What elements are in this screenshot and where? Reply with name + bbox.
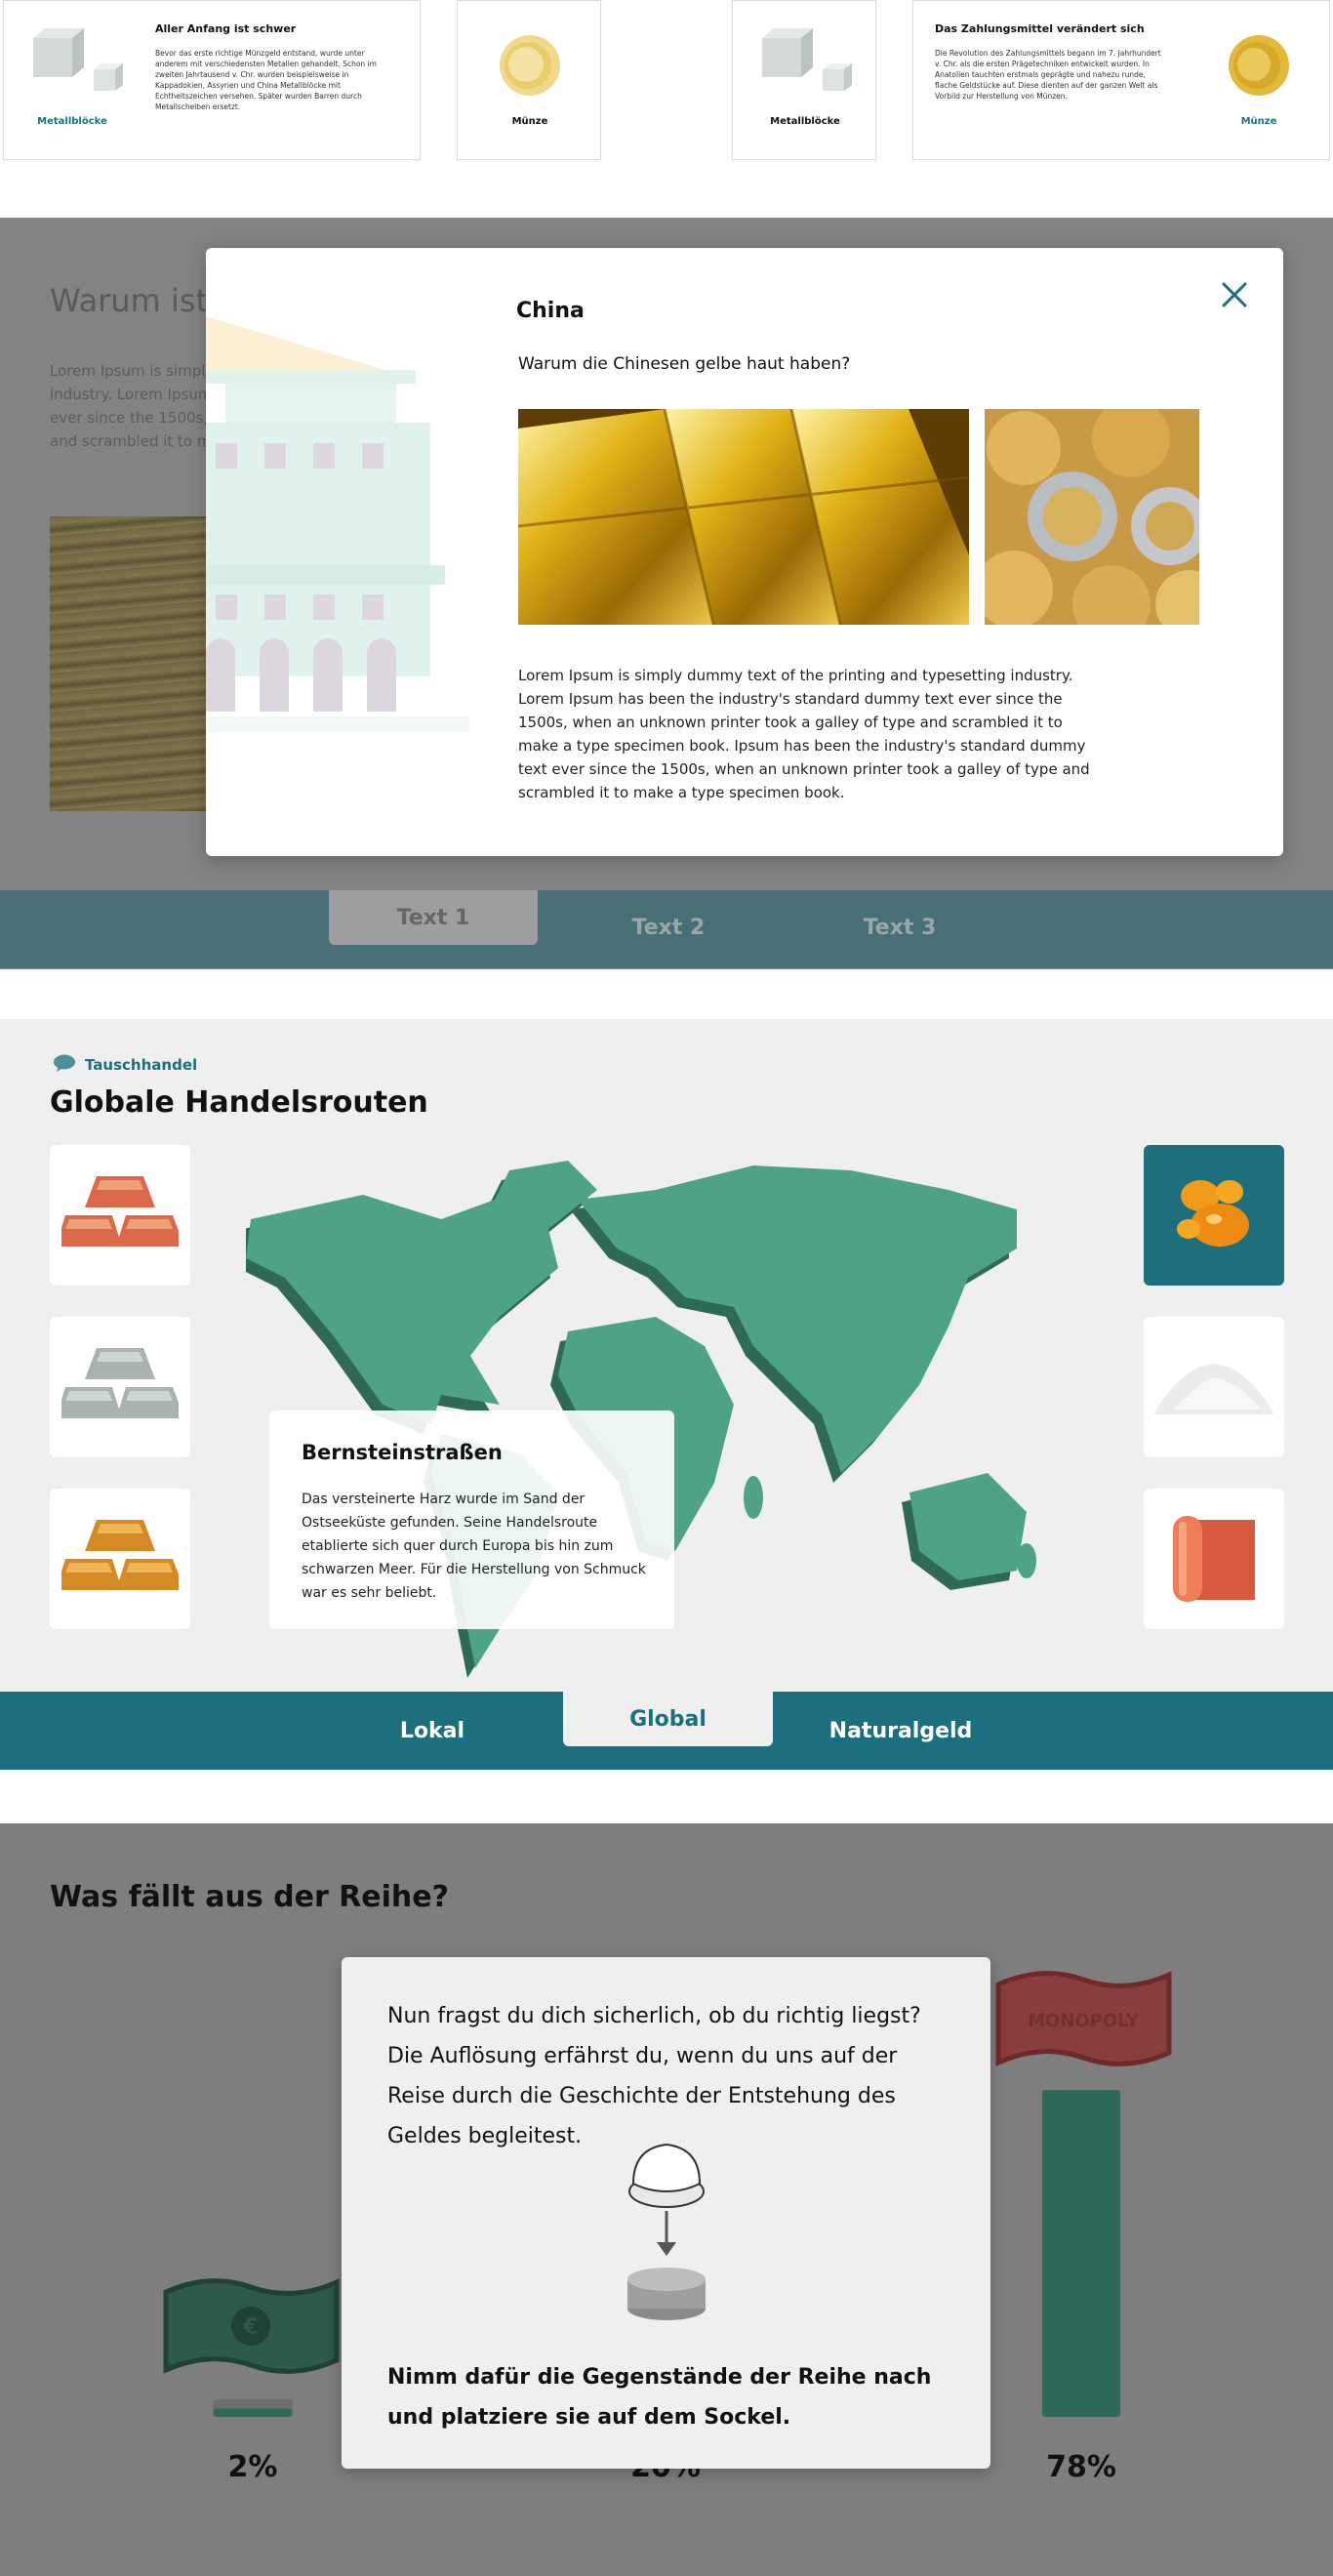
coin-icon xyxy=(500,35,560,96)
copper-bars-icon xyxy=(61,1176,179,1247)
tile-amber[interactable] xyxy=(1144,1145,1284,1286)
tab-text-3[interactable]: Text 3 xyxy=(807,916,992,940)
metal-blocks-icon xyxy=(33,28,123,91)
metal-blocks-icon xyxy=(762,28,852,91)
bar-value-label-3: 78% xyxy=(1046,2450,1116,2484)
tab-lokal[interactable]: Lokal xyxy=(335,1719,530,1743)
shell-to-coin-icon xyxy=(627,2143,706,2320)
tab-global-label: Global xyxy=(629,1707,707,1732)
tile-silver-bars[interactable] xyxy=(50,1317,190,1457)
tab-text-1-label: Text 1 xyxy=(396,906,470,930)
tile-salt[interactable] xyxy=(1144,1317,1284,1457)
info-card-muenze[interactable]: Münze xyxy=(457,0,601,160)
section-trade-routes: Tauschhandel Globale Handelsrouten Berns… xyxy=(0,1019,1333,1771)
coins-image xyxy=(985,409,1199,625)
card-caption: Metallblöcke xyxy=(37,116,107,127)
text-modal: China Warum die Chinesen gelbe haut habe… xyxy=(206,248,1283,856)
silver-bars-icon xyxy=(61,1348,179,1418)
cloth-roll-icon xyxy=(1173,1516,1255,1602)
close-icon[interactable] xyxy=(1221,281,1248,308)
card-text: Die Revolution des Zahlungsmittels began… xyxy=(935,49,1161,101)
card-caption: Münze xyxy=(511,116,548,127)
modal-title: China xyxy=(516,299,585,323)
info-box-title: Bernsteinstraßen xyxy=(302,1441,503,1464)
quiz-modal: Nun fragst du dich sicherlich, ob du ric… xyxy=(342,1957,990,2469)
bar-1 xyxy=(214,2408,292,2417)
card-title: Das Zahlungsmittel verändert sich xyxy=(935,22,1145,35)
card-caption: Metallblöcke xyxy=(770,116,840,127)
card-text: Bevor das erste richtige Münzgeld entsta… xyxy=(155,49,377,111)
bar-3 xyxy=(1042,2090,1120,2417)
info-box-text: Das versteinerte Harz wurde im Sand der … xyxy=(302,1492,646,1601)
tab-bar: Lokal Global Naturalgeld xyxy=(0,1692,1333,1770)
tab-text-2[interactable]: Text 2 xyxy=(576,916,761,940)
tile-gold-bars[interactable] xyxy=(50,1489,190,1629)
speech-bubble-icon xyxy=(54,1054,75,1072)
modal-body-text: Lorem Ipsum is simply dummy text of the … xyxy=(518,667,1090,801)
info-card-zahlungsmittel[interactable]: Das Zahlungsmittel verändert sich Die Re… xyxy=(912,0,1330,160)
info-card-metallbloecke-2[interactable]: Metallblöcke xyxy=(732,0,876,160)
tab-naturalgeld[interactable]: Naturalgeld xyxy=(803,1719,998,1743)
info-card-metallbloecke[interactable]: Metallblöcke Aller Anfang ist schwer Bev… xyxy=(3,0,421,160)
background-gold-image xyxy=(50,516,216,811)
coin-icon xyxy=(1229,35,1289,96)
card-caption: Münze xyxy=(1240,116,1277,127)
background-text: Lorem Ipsum is simply industry. Lorem Ip… xyxy=(50,362,221,450)
amber-icon xyxy=(1177,1180,1249,1247)
quiz-modal-cta: Nimm dafür die Gegenstände der Reihe nac… xyxy=(387,2365,932,2430)
eyebrow-label: Tauschhandel xyxy=(85,1056,198,1074)
section-title: Globale Handelsrouten xyxy=(50,1085,428,1120)
tile-cloth-roll[interactable] xyxy=(1144,1489,1284,1629)
bar-value-label-1: 2% xyxy=(227,2450,278,2484)
card-title: Aller Anfang ist schwer xyxy=(155,22,297,35)
gold-bars-icon xyxy=(61,1520,179,1590)
gold-bars-image xyxy=(518,409,969,625)
modal-subtitle: Warum die Chinesen gelbe haut haben? xyxy=(518,354,851,374)
tile-copper-bars[interactable] xyxy=(50,1145,190,1286)
building-illustration xyxy=(206,316,469,732)
tab-bar: Text 1 Text 2 Text 3 xyxy=(0,890,1333,968)
salt-icon xyxy=(1153,1364,1274,1414)
